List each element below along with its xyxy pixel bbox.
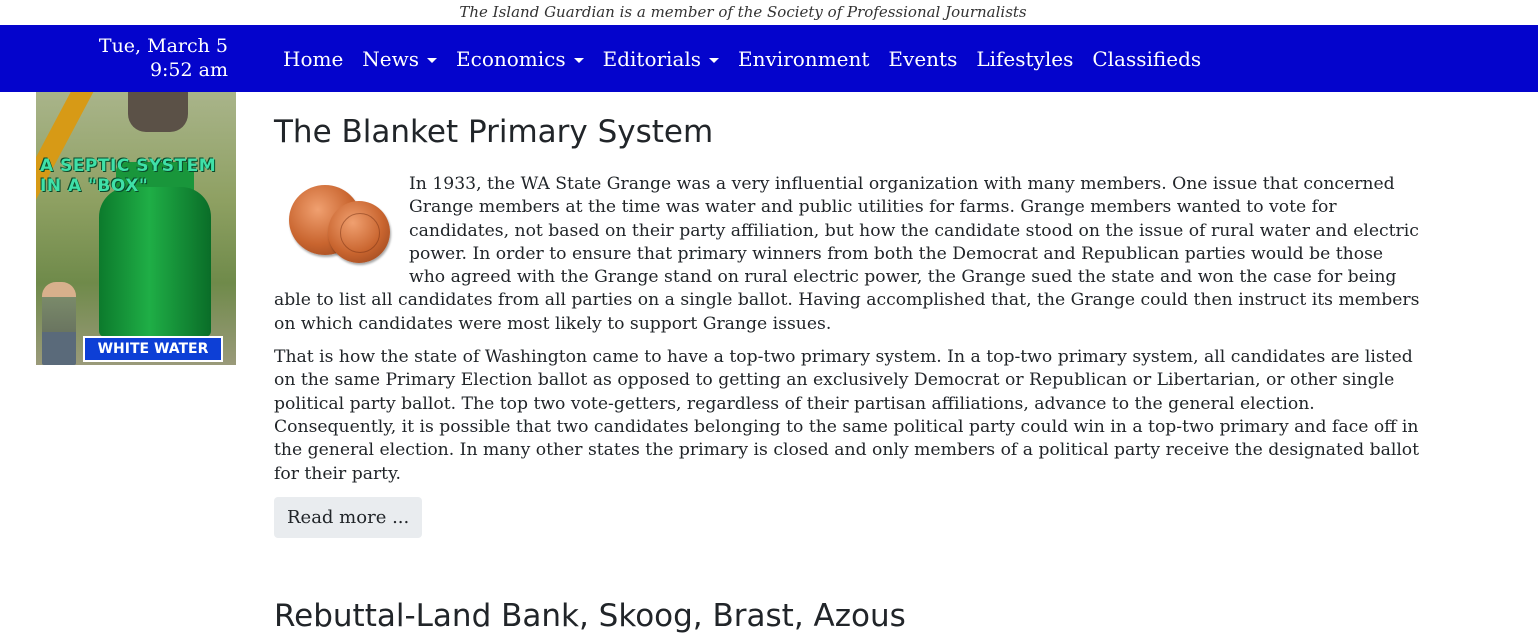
membership-notice: The Island Guardian is a member of the S… (459, 3, 1027, 21)
penny-coin-image (328, 201, 390, 263)
nav-item-label: News (362, 46, 420, 71)
ad-brand-label: WHITE WATER (83, 336, 223, 362)
nav-item-home[interactable]: Home (283, 47, 343, 71)
nav-item-classifieds[interactable]: Classifieds (1092, 47, 1201, 71)
nav-item-label: Environment (738, 46, 870, 71)
current-time: 9:52 am (149, 59, 228, 81)
article-paragraph: That is how the state of Washington came… (274, 347, 1420, 484)
top-navigation-bar: Tue, March 5 9:52 am Home News Economics… (0, 25, 1538, 92)
nav-item-label: Lifestyles (976, 46, 1074, 71)
nav-item-environment[interactable]: Environment (738, 47, 869, 71)
nav-item-label: Economics (456, 46, 566, 71)
article-teaser: The Blanket Primary System In 1933, the … (274, 92, 1424, 538)
nav-item-editorials[interactable]: Editorials (602, 46, 720, 71)
nav-item-label: Classifieds (1092, 46, 1202, 71)
nav-item-lifestyles[interactable]: Lifestyles (976, 47, 1073, 71)
ad-person (42, 282, 76, 365)
current-date: Tue, March 5 (98, 35, 228, 57)
article-title[interactable]: The Blanket Primary System (274, 112, 1424, 152)
main-menu: Home News Economics Editorials Environme… (283, 25, 1220, 92)
ad-septic-tank (99, 187, 211, 337)
nav-item-label: Home (283, 46, 344, 71)
pennies-thumbnail (284, 179, 394, 274)
read-more-button[interactable]: Read more ... (274, 496, 423, 538)
caret-down-icon (427, 57, 438, 63)
date-time-display: Tue, March 5 9:52 am (60, 34, 228, 82)
next-article-title[interactable]: Rebuttal-Land Bank, Skoog, Brast, Azous (274, 596, 906, 636)
caret-down-icon (573, 57, 584, 63)
nav-item-events[interactable]: Events (888, 47, 957, 71)
article-paragraph: In 1933, the WA State Grange was a very … (274, 174, 1420, 334)
nav-item-label: Events (888, 46, 958, 71)
ad-excavator-bucket (128, 92, 188, 132)
nav-item-economics[interactable]: Economics (456, 47, 584, 71)
article-body: In 1933, the WA State Grange was a very … (274, 173, 1424, 538)
nav-item-news[interactable]: News (362, 46, 438, 71)
nav-item-label: Editorials (602, 46, 702, 71)
ad-headline: A SEPTIC SYSTEM IN A "BOX" (40, 156, 217, 196)
septic-system-ad[interactable]: A SEPTIC SYSTEM IN A "BOX" WHITE WATER (36, 92, 236, 365)
caret-down-icon (709, 57, 720, 63)
